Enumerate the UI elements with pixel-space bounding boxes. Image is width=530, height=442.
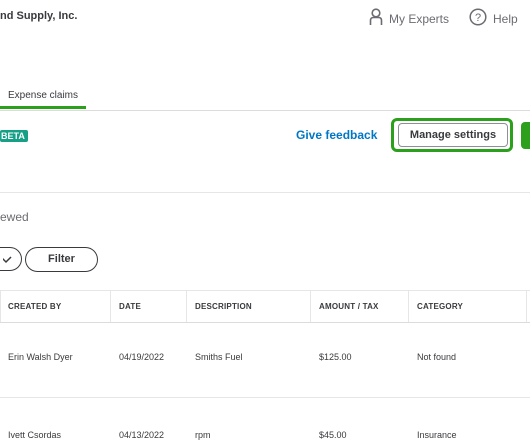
- filter-button[interactable]: Filter: [25, 247, 98, 272]
- help-circle-icon: ?: [469, 8, 487, 29]
- amount-cell: $125.00: [319, 352, 352, 362]
- description-cell: Smiths Fuel: [195, 352, 243, 362]
- column-separator: [526, 291, 527, 322]
- manage-settings-button[interactable]: Manage settings: [398, 123, 508, 147]
- column-date[interactable]: DATE: [119, 291, 141, 322]
- status-text: ewed: [0, 210, 29, 224]
- column-amount-tax[interactable]: AMOUNT / TAX: [319, 291, 379, 322]
- svg-text:?: ?: [475, 12, 481, 24]
- table-header: CREATED BY DATE DESCRIPTION AMOUNT / TAX…: [0, 290, 530, 323]
- column-category[interactable]: CATEGORY: [417, 291, 463, 322]
- status-dropdown[interactable]: [0, 247, 22, 271]
- my-experts-link[interactable]: My Experts: [369, 8, 449, 29]
- primary-action-button[interactable]: [521, 122, 530, 149]
- category-cell: Insurance: [417, 430, 457, 440]
- column-separator: [110, 291, 111, 322]
- section-divider: [0, 192, 530, 193]
- description-cell: rpm: [195, 430, 211, 440]
- tab-expense-claims[interactable]: Expense claims: [0, 87, 86, 107]
- beta-badge: BETA: [0, 130, 28, 142]
- person-icon: [369, 8, 383, 29]
- created-by-cell: Erin Walsh Dyer: [8, 352, 73, 362]
- column-separator: [186, 291, 187, 322]
- category-cell: Not found: [417, 352, 457, 362]
- column-description[interactable]: DESCRIPTION: [195, 291, 252, 322]
- amount-cell: $45.00: [319, 430, 347, 440]
- give-feedback-link[interactable]: Give feedback: [296, 128, 377, 142]
- chevron-down-icon: [3, 256, 12, 264]
- company-name: nd Supply, Inc.: [0, 10, 78, 22]
- date-cell: 04/13/2022: [119, 430, 165, 440]
- table-row[interactable]: Erin Walsh Dyer 04/19/2022 Smiths Fuel $…: [0, 321, 530, 398]
- my-experts-label: My Experts: [389, 11, 450, 26]
- column-separator: [0, 291, 1, 322]
- help-label: Help: [493, 11, 518, 26]
- created-by-cell: Ivett Csordas: [8, 430, 62, 440]
- column-created-by[interactable]: CREATED BY: [8, 291, 61, 322]
- column-separator: [408, 291, 409, 322]
- help-link[interactable]: ? Help: [469, 8, 518, 29]
- column-separator: [310, 291, 311, 322]
- active-tab-indicator: [0, 106, 86, 109]
- table-row[interactable]: Ivett Csordas 04/13/2022 rpm $45.00 Insu…: [0, 397, 530, 442]
- date-cell: 04/19/2022: [119, 352, 165, 362]
